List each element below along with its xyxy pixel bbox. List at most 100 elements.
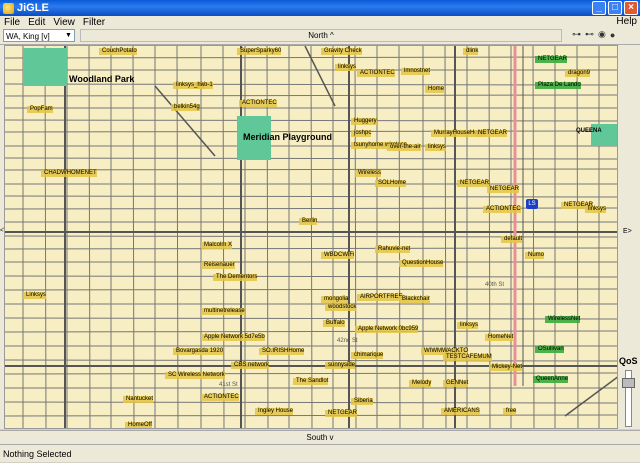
network-label[interactable]: woodstock — [325, 304, 357, 311]
network-label[interactable]: joshpc — [351, 130, 372, 137]
network-label[interactable]: linksys_hw — [173, 82, 206, 89]
title-bar: JiGLE _ □ × — [0, 0, 640, 16]
network-label[interactable]: Numo — [525, 252, 545, 259]
map-view[interactable]: Woodland Park Meridian Playground QUEENA C… — [4, 45, 618, 429]
network-label[interactable]: dlink — [463, 48, 479, 55]
network-label[interactable]: Ingley House — [255, 408, 294, 415]
street-label: 41st St — [219, 382, 238, 388]
network-label[interactable]: SOLHome — [375, 180, 407, 187]
network-label[interactable]: Reisenauer — [201, 262, 235, 269]
qos-slider[interactable] — [622, 370, 635, 427]
close-icon[interactable]: × — [624, 1, 638, 15]
menu-help[interactable]: Help — [616, 16, 637, 27]
network-label[interactable]: SO.IRISHHome — [259, 348, 305, 355]
network-label[interactable]: The Sandlot — [293, 378, 329, 385]
network-label[interactable]: Malcolm X — [201, 242, 233, 249]
east-button[interactable]: E> QoS — [618, 45, 640, 429]
road — [310, 46, 313, 428]
network-label[interactable]: SuperSparky60 — [237, 48, 282, 55]
network-label[interactable]: ACTIONTEC — [483, 206, 521, 213]
network-label[interactable]: NETGEAR — [475, 130, 508, 137]
network-label[interactable]: Apple Network 5d7e5b — [201, 334, 265, 341]
network-label[interactable]: TESTCAFEMUM — [443, 354, 492, 361]
network-label[interactable]: NETGEAR — [487, 186, 520, 193]
network-label[interactable]: belkin54g — [171, 104, 200, 111]
network-label[interactable]: Wireless — [355, 170, 382, 177]
network-label[interactable]: CHADWHOMENET — [41, 170, 97, 177]
network-label[interactable]: default — [501, 236, 523, 243]
network-label[interactable]: AIRPORTFREE — [357, 294, 403, 301]
network-label[interactable]: multinetrelease — [201, 308, 245, 315]
menu-filter[interactable]: Filter — [79, 17, 109, 28]
marker-icon[interactable]: ● — [610, 30, 615, 40]
network-label[interactable]: HomeNet — [485, 334, 514, 341]
network-label[interactable]: WBDCWiFi — [321, 252, 355, 259]
network-label[interactable]: Siberia — [351, 398, 373, 405]
network-label[interactable]: WirelessNet — [545, 316, 581, 323]
network-label[interactable]: QuestionHouse — [399, 260, 444, 267]
east-label: E> — [623, 228, 632, 235]
network-label[interactable]: Berlin — [299, 218, 318, 225]
network-label[interactable]: ACTIONTEC — [239, 100, 277, 107]
network-label[interactable]: Melody — [409, 380, 432, 387]
network-label[interactable]: Linksys — [23, 292, 47, 299]
network-label[interactable]: CBS network — [231, 362, 270, 369]
network-label[interactable]: Mickey-Net — [489, 364, 523, 371]
maximize-icon[interactable]: □ — [608, 1, 622, 15]
network-label[interactable]: dragon9 — [565, 70, 591, 77]
location-select[interactable]: WA, King [v] ▼ — [3, 29, 75, 42]
road — [88, 46, 91, 428]
network-label[interactable]: Rahuvie-net — [375, 246, 411, 253]
antenna-signal-icon[interactable]: ⊷ — [585, 29, 594, 40]
menu-view[interactable]: View — [49, 17, 79, 28]
network-label[interactable]: AMERICANS — [441, 408, 480, 415]
network-label[interactable]: SC Wireless Network — [165, 372, 225, 379]
network-label[interactable]: Blackchair — [399, 296, 430, 303]
network-label[interactable]: NETGEAR — [457, 180, 490, 187]
network-label[interactable]: linksys — [457, 322, 479, 329]
road — [132, 46, 135, 428]
network-label[interactable]: QueenAnne — [533, 376, 569, 383]
network-label[interactable]: Plaza De Lando — [535, 82, 581, 89]
antenna-icon[interactable]: ⊶ — [572, 29, 581, 40]
network-label[interactable]: NETGEAR — [535, 56, 568, 63]
road — [44, 46, 47, 428]
network-label[interactable]: Gravity Check — [321, 48, 362, 55]
road — [488, 46, 491, 428]
network-label[interactable]: over-the-air — [387, 144, 421, 151]
south-button[interactable]: South v — [0, 430, 640, 444]
network-label[interactable]: linksys — [335, 64, 357, 71]
network-label[interactable]: Huggery — [351, 118, 377, 125]
network-label[interactable]: NETGEAR — [325, 410, 358, 417]
network-label[interactable]: Bovargasda 1920 — [173, 348, 224, 355]
menu-edit[interactable]: Edit — [24, 17, 49, 28]
network-label[interactable]: ACTIONTEC — [357, 70, 395, 77]
network-label[interactable]: CouchPotato — [99, 48, 137, 55]
network-label[interactable]: linksys — [425, 144, 447, 151]
network-label[interactable]: Apple Network 0bc959 — [355, 326, 419, 333]
network-label[interactable]: Home — [425, 86, 445, 93]
network-label[interactable]: sunnyside — [325, 362, 356, 369]
network-label[interactable]: The Dementors — [213, 274, 258, 281]
network-label[interactable]: OSullivan — [535, 346, 564, 353]
network-label[interactable]: linksys — [585, 206, 607, 213]
network-label[interactable]: free — [503, 408, 517, 415]
network-label[interactable]: chimarique — [351, 352, 384, 359]
network-label[interactable]: HomeOff — [125, 422, 152, 428]
street-label: 40th St — [485, 282, 505, 288]
network-label[interactable]: GENNet — [443, 380, 469, 387]
road-network — [5, 46, 617, 428]
road — [532, 46, 535, 428]
network-label[interactable]: ACTIONTEC — [201, 394, 239, 401]
qos-slider-thumb[interactable] — [622, 378, 635, 388]
app-icon — [3, 2, 14, 14]
minimize-icon[interactable]: _ — [592, 1, 606, 15]
north-button[interactable]: North ^ — [80, 29, 562, 42]
network-label[interactable]: PopFam — [27, 106, 53, 113]
network-label[interactable]: lmnostnet — [401, 68, 431, 75]
network-label[interactable]: mongolia — [321, 296, 349, 303]
zoom-icon[interactable]: ◉ — [598, 29, 606, 40]
network-label[interactable]: Buffalo — [323, 320, 345, 327]
menu-file[interactable]: File — [0, 17, 24, 28]
network-label[interactable]: Nantucket — [123, 396, 154, 403]
